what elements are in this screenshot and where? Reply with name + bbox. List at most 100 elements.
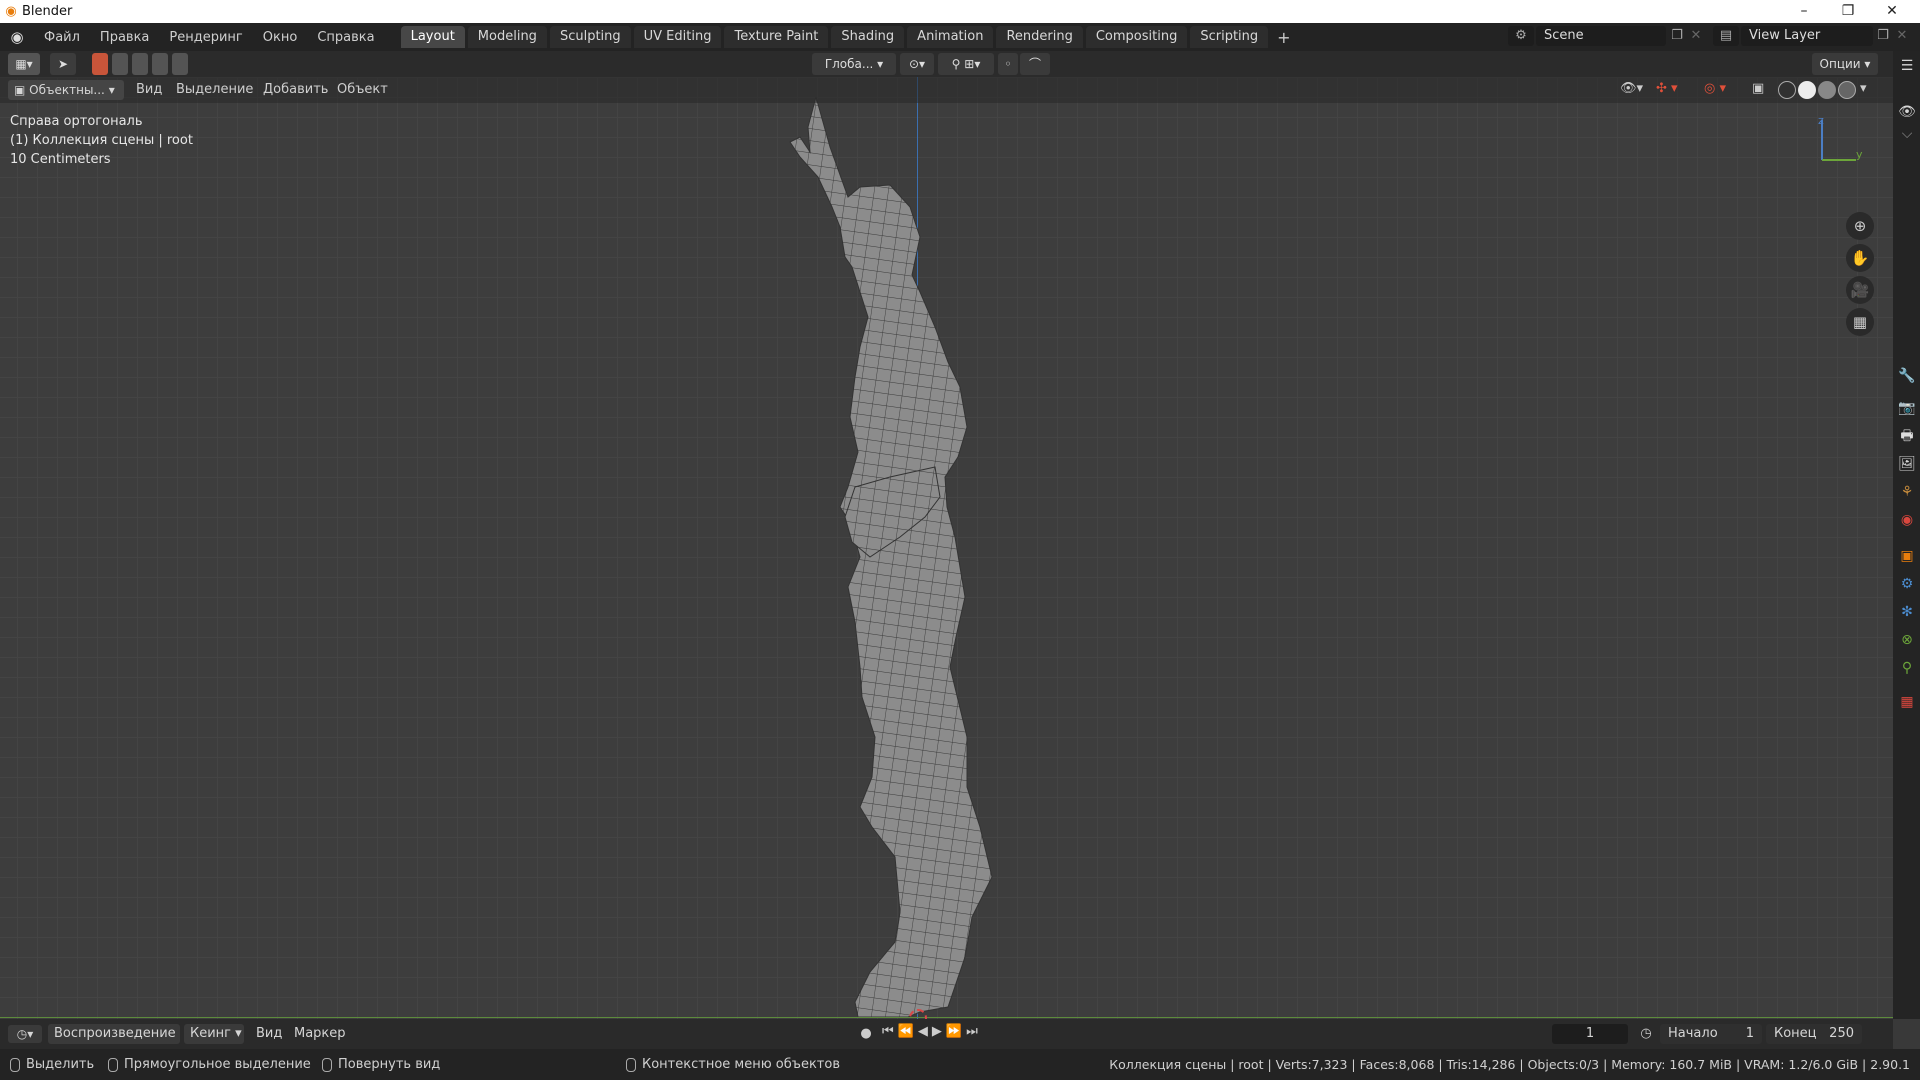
start-frame-field[interactable]: Начало 1	[1660, 1024, 1762, 1044]
record-icon[interactable]: ●	[856, 1024, 876, 1044]
overlays-toggle-icon[interactable]: ◎ ▾	[1704, 81, 1742, 99]
start-frame-label: Начало	[1668, 1026, 1718, 1041]
view-layer-properties-icon[interactable]: 🖼	[1896, 453, 1918, 475]
texture-properties-icon[interactable]: ▦	[1896, 691, 1918, 713]
interaction-mode-label: Объектны...	[29, 83, 105, 97]
end-frame-value: 250	[1829, 1026, 1854, 1041]
pivot-point-dropdown[interactable]: ⊙▾	[900, 53, 934, 75]
menu-window[interactable]: Окно	[253, 30, 308, 45]
scene-properties-icon[interactable]: ⚘	[1896, 481, 1918, 503]
falloff-icon[interactable]: ⌒	[1020, 53, 1050, 75]
menu-file[interactable]: Файл	[34, 30, 90, 45]
blender-menu-icon[interactable]: ◉	[0, 28, 34, 46]
tab-uv-editing[interactable]: UV Editing	[633, 26, 722, 48]
rendered-shading-icon[interactable]	[1838, 81, 1856, 99]
current-frame-field[interactable]: 1	[1552, 1024, 1628, 1044]
select-invert-icon[interactable]	[152, 53, 168, 75]
snapping-dropdown[interactable]: ⚲ ⊞▾	[938, 53, 994, 75]
timeline-header: ◷▾ Воспроизведение ▾ Кеинг ▾ Вид Маркер …	[0, 1019, 1893, 1061]
menu-edit[interactable]: Правка	[90, 30, 159, 45]
options-label: Опции	[1819, 57, 1861, 71]
select-new-icon[interactable]	[92, 53, 108, 75]
select-intersect-icon[interactable]	[172, 53, 188, 75]
wireframe-shading-icon[interactable]	[1778, 81, 1796, 99]
menu-select[interactable]: Выделение	[176, 82, 253, 97]
select-extend-icon[interactable]	[112, 53, 128, 75]
close-button[interactable]: ✕	[1870, 0, 1914, 23]
tool-properties-icon[interactable]: 🔧	[1896, 365, 1918, 387]
tab-compositing[interactable]: Compositing	[1085, 26, 1188, 48]
tab-shading[interactable]: Shading	[831, 26, 905, 48]
status-context-label: Контекстное меню объектов	[642, 1057, 840, 1072]
menu-add[interactable]: Добавить	[263, 82, 328, 97]
delete-view-layer-icon[interactable]: ✕	[1894, 26, 1910, 46]
interaction-mode-dropdown[interactable]: ▣ Объектны... ▾	[8, 80, 124, 100]
3d-viewport[interactable]	[0, 77, 1893, 1019]
view-layer-field[interactable]: View Layer	[1741, 26, 1873, 46]
character-mesh[interactable]	[760, 97, 1040, 1017]
gizmo-y-label: y	[1856, 148, 1863, 161]
tab-scripting[interactable]: Scripting	[1190, 26, 1269, 48]
playback-dropdown[interactable]: Воспроизведение ▾	[48, 1024, 180, 1061]
object-properties-icon[interactable]: ▣	[1896, 545, 1918, 567]
menu-render[interactable]: Рендеринг	[159, 30, 252, 45]
tab-modeling[interactable]: Modeling	[467, 26, 547, 48]
status-select: Выделить	[10, 1057, 94, 1072]
particles-properties-icon[interactable]: ✻	[1896, 601, 1918, 623]
render-properties-icon[interactable]: 📷	[1896, 397, 1918, 419]
delete-scene-icon[interactable]: ✕	[1688, 26, 1704, 46]
outliner-toggle-icon[interactable]: ☰	[1896, 55, 1918, 77]
proportional-edit-icon[interactable]: ◦	[998, 53, 1018, 75]
view-layer-icon[interactable]: ▤	[1713, 26, 1739, 46]
add-workspace-button[interactable]: +	[1271, 28, 1296, 47]
title-bar: ◉ Blender – ❐ ✕	[0, 0, 1920, 23]
gizmo-toggle-icon[interactable]: ✣ ▾	[1656, 81, 1696, 99]
tab-texture-paint[interactable]: Texture Paint	[724, 26, 829, 48]
transform-orientation-dropdown[interactable]: Глоба... ▾	[812, 53, 896, 75]
new-scene-icon[interactable]: ❐	[1668, 26, 1686, 46]
keying-dropdown[interactable]: Кеинг ▾	[184, 1024, 244, 1044]
mouse-right-icon	[626, 1057, 636, 1072]
mouse-left-icon	[10, 1057, 20, 1072]
minimize-button[interactable]: –	[1782, 0, 1826, 23]
select-subtract-icon[interactable]	[132, 53, 148, 75]
outliner-filter-icon[interactable]: ⌵	[1896, 123, 1918, 145]
menu-view[interactable]: Вид	[136, 82, 162, 97]
solid-shading-icon[interactable]	[1798, 81, 1816, 99]
select-tool-icon[interactable]: ➤	[50, 53, 76, 75]
timeline-view-menu[interactable]: Вид	[256, 1026, 282, 1041]
viewport-header: ▣ Объектны... ▾ Вид Выделение Добавить О…	[0, 77, 1893, 103]
constraints-properties-icon[interactable]: ⚲	[1896, 657, 1918, 679]
timeline-editor-type-icon[interactable]: ◷▾	[8, 1025, 42, 1043]
ortho-toggle-icon[interactable]: ▦	[1846, 308, 1874, 336]
modifier-properties-icon[interactable]: ⚙	[1896, 573, 1918, 595]
preview-range-icon[interactable]: ◷	[1636, 1024, 1656, 1044]
outliner-eye-icon[interactable]: 👁	[1896, 101, 1918, 123]
scene-field[interactable]: Scene	[1536, 26, 1666, 46]
menu-help[interactable]: Справка	[307, 30, 384, 45]
new-view-layer-icon[interactable]: ❐	[1874, 26, 1892, 46]
grid-scale-label: 10 Centimeters	[10, 152, 111, 167]
output-properties-icon[interactable]: 🖶	[1896, 425, 1918, 447]
shading-options-icon[interactable]: ▾	[1860, 81, 1874, 99]
physics-properties-icon[interactable]: ⊗	[1896, 629, 1918, 651]
restore-button[interactable]: ❐	[1826, 0, 1870, 23]
end-frame-field[interactable]: Конец 250	[1766, 1024, 1862, 1044]
tab-rendering[interactable]: Rendering	[996, 26, 1083, 48]
material-shading-icon[interactable]	[1818, 81, 1836, 99]
timeline-marker-menu[interactable]: Маркер	[294, 1026, 346, 1041]
menu-object[interactable]: Объект	[337, 82, 388, 97]
options-dropdown[interactable]: Опции ▾	[1812, 53, 1878, 75]
tab-sculpting[interactable]: Sculpting	[549, 26, 631, 48]
editor-type-button[interactable]: ▦▾	[8, 53, 40, 75]
tab-layout[interactable]: Layout	[400, 26, 465, 48]
xray-toggle-icon[interactable]: ▣	[1752, 81, 1770, 99]
camera-view-icon[interactable]: 🎥	[1846, 276, 1874, 304]
visibility-icon[interactable]: 👁▾	[1620, 81, 1652, 99]
scene-selector-icon[interactable]: ⚙	[1508, 26, 1534, 46]
tab-animation[interactable]: Animation	[907, 26, 994, 48]
zoom-view-icon[interactable]: ⊕	[1846, 212, 1874, 240]
pan-view-icon[interactable]: ✋	[1846, 244, 1874, 272]
world-properties-icon[interactable]: ◉	[1896, 509, 1918, 531]
playback-controls[interactable]: ⏮⏪◀▶⏩⏭	[882, 1024, 1008, 1044]
